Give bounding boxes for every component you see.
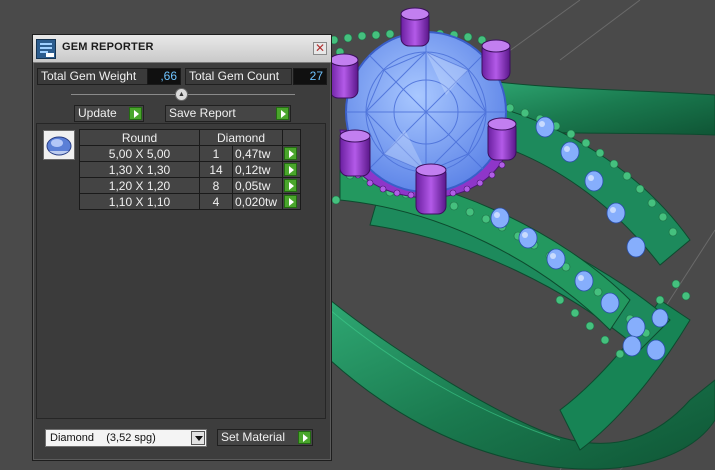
dropdown-arrow-icon[interactable] (191, 431, 205, 445)
gem-count: 1 (199, 145, 233, 162)
gem-count: 14 (199, 161, 233, 178)
panel-titlebar[interactable]: GEM REPORTER ✕ (33, 35, 331, 63)
green-arrow-icon (284, 194, 297, 208)
table-row[interactable]: 1,10 X 1,10 4 0,020tw (79, 193, 301, 210)
column-header-shape: Round (79, 129, 200, 146)
green-arrow-icon (129, 107, 142, 120)
gem-reporter-app-icon (36, 39, 56, 59)
gem-table: Round Diamond 5,00 X 5,00 1 0,47tw 1,30 … (79, 129, 301, 210)
save-report-button[interactable]: Save Report (165, 105, 291, 122)
set-material-label: Set Material (221, 430, 286, 444)
table-header-row: Round Diamond (79, 129, 301, 146)
gem-weight: 0,05tw (232, 177, 283, 194)
gem-count: 8 (199, 177, 233, 194)
gem-weight: 0,020tw (232, 193, 283, 210)
save-report-label: Save Report (169, 106, 236, 120)
update-label: Update (78, 106, 117, 120)
gem-size: 1,30 X 1,30 (79, 161, 200, 178)
gem-size: 5,00 X 5,00 (79, 145, 200, 162)
column-header-material: Diamond (199, 129, 283, 146)
column-header-action (282, 129, 301, 146)
total-gem-weight-value: ,66 (147, 68, 181, 85)
row-select-button[interactable] (282, 193, 301, 210)
total-gem-count-label: Total Gem Count (185, 68, 292, 85)
gem-reporter-panel: GEM REPORTER ✕ Total Gem Weight ,66 Tota… (32, 34, 332, 461)
material-dropdown[interactable]: Diamond (3,52 spg) (45, 429, 207, 447)
green-arrow-icon (284, 178, 297, 192)
round-gem-icon[interactable] (43, 130, 75, 160)
green-arrow-icon (276, 107, 289, 120)
close-icon: ✕ (314, 41, 326, 55)
table-row[interactable]: 1,30 X 1,30 14 0,12tw (79, 161, 301, 178)
set-material-button[interactable]: Set Material (217, 429, 313, 446)
material-dropdown-value: Diamond (3,52 spg) (50, 432, 156, 444)
green-arrow-icon (284, 146, 297, 160)
table-row[interactable]: 5,00 X 5,00 1 0,47tw (79, 145, 301, 162)
gem-weight: 0,12tw (232, 161, 283, 178)
gem-size: 1,20 X 1,20 (79, 177, 200, 194)
green-arrow-icon (298, 431, 311, 444)
gem-list-area: Round Diamond 5,00 X 5,00 1 0,47tw 1,30 … (36, 123, 326, 419)
update-button[interactable]: Update (74, 105, 144, 122)
close-button[interactable]: ✕ (313, 42, 327, 55)
row-select-button[interactable] (282, 177, 301, 194)
row-select-button[interactable] (282, 161, 301, 178)
collapse-chevron-icon[interactable]: ▲ (175, 88, 188, 101)
gem-count: 4 (199, 193, 233, 210)
total-gem-weight-label: Total Gem Weight (37, 68, 148, 85)
table-row[interactable]: 1,20 X 1,20 8 0,05tw (79, 177, 301, 194)
gem-size: 1,10 X 1,10 (79, 193, 200, 210)
panel-title: GEM REPORTER (62, 41, 154, 53)
row-select-button[interactable] (282, 145, 301, 162)
green-arrow-icon (284, 162, 297, 176)
gem-weight: 0,47tw (232, 145, 283, 162)
total-gem-count-value: 27 (293, 68, 327, 85)
